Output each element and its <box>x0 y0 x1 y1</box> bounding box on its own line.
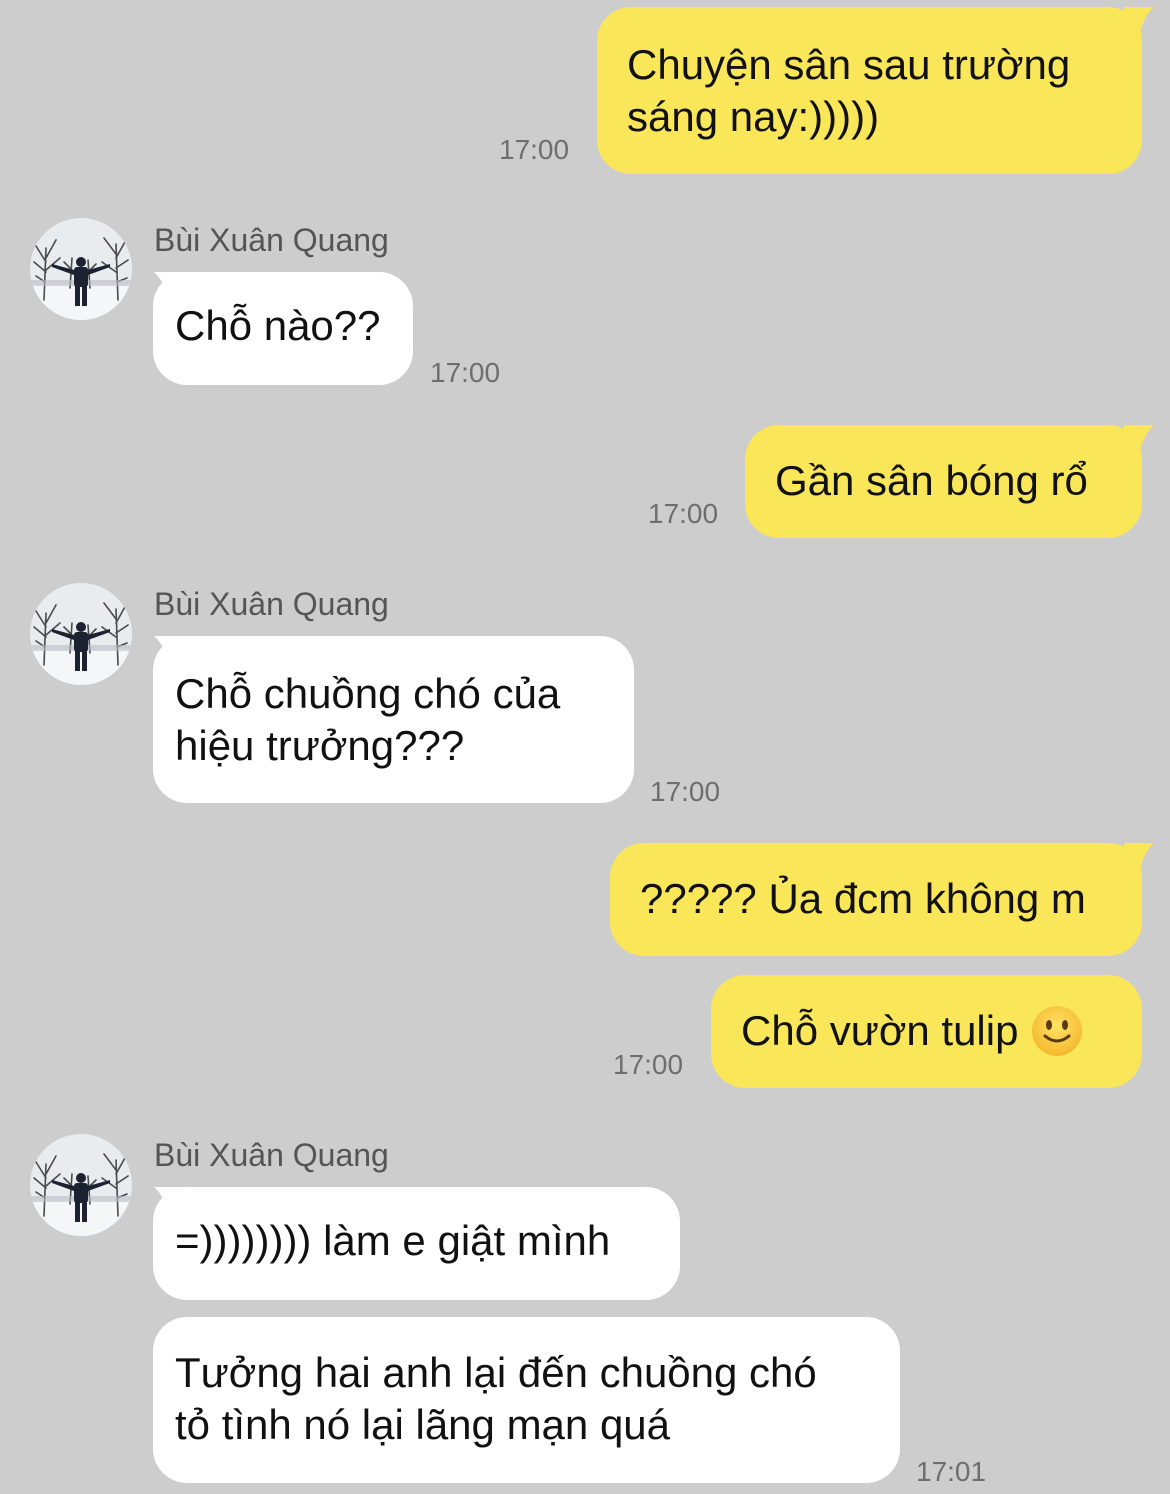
timestamp: 17:01 <box>916 1456 987 1487</box>
message-text: ????? Ủa đcm không m <box>640 875 1086 922</box>
timestamp: 17:00 <box>648 498 719 529</box>
avatar-photo-icon <box>30 583 132 685</box>
bubble-tail-icon <box>1124 7 1154 43</box>
message-text: Gần sân bóng rổ <box>775 457 1088 504</box>
slightly-smiling-face-icon <box>1032 1005 1083 1056</box>
bubble-tail-icon <box>1124 425 1154 461</box>
avatar[interactable] <box>30 1134 132 1236</box>
bubble-tail-icon <box>1124 843 1154 879</box>
message-bubble[interactable]: Chỗ vườn tulip <box>711 975 1142 1088</box>
avatar-photo-icon <box>30 218 132 320</box>
avatar-photo-icon <box>30 1134 132 1236</box>
timestamp: 17:00 <box>650 776 721 807</box>
avatar[interactable] <box>30 583 132 685</box>
message-text: Chỗ nào?? <box>175 302 381 349</box>
message-text: Chỗ vườn tulip <box>741 1007 1019 1054</box>
message-bubble[interactable]: Chuyện sân sau trường sáng nay:))))) <box>597 7 1142 174</box>
message-text-line: Tưởng hai anh lại đến chuồng chó <box>175 1349 817 1396</box>
message-bubble[interactable]: Tưởng hai anh lại đến chuồng chó tỏ tình… <box>153 1317 900 1483</box>
message-text-line: tỏ tình nó lại lãng mạn quá <box>175 1401 671 1448</box>
sender-name: Bùi Xuân Quang <box>154 586 389 622</box>
timestamp: 17:00 <box>430 357 501 388</box>
avatar[interactable] <box>30 218 132 320</box>
message-text-line: Chỗ chuồng chó của <box>175 670 561 717</box>
timestamp: 17:00 <box>499 134 570 165</box>
timestamp: 17:00 <box>613 1049 684 1080</box>
message-bubble[interactable]: ????? Ủa đcm không m <box>610 843 1142 956</box>
message-text-line: Chuyện sân sau trường <box>627 41 1071 88</box>
message-text: =)))))))) làm e giật mình <box>175 1217 611 1264</box>
message-text-line: hiệu trưởng??? <box>175 722 465 769</box>
sender-name: Bùi Xuân Quang <box>154 222 389 258</box>
message-bubble[interactable]: Gần sân bóng rổ <box>745 425 1142 538</box>
message-text-line: sáng nay:))))) <box>627 93 880 140</box>
message-bubble[interactable]: Chỗ chuồng chó của hiệu trưởng??? <box>153 636 634 803</box>
sender-name: Bùi Xuân Quang <box>154 1137 389 1173</box>
message-bubble[interactable]: =)))))))) làm e giật mình <box>153 1187 680 1300</box>
message-bubble[interactable]: Chỗ nào?? <box>153 272 413 385</box>
